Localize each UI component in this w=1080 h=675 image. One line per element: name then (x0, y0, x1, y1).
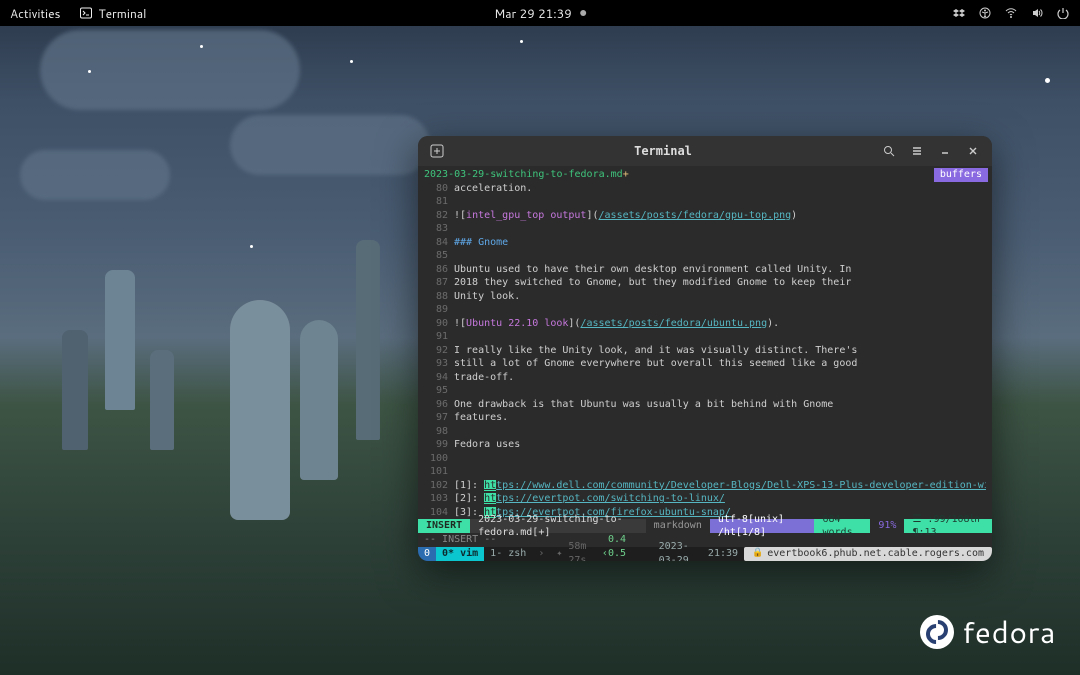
clock-label: Mar 29 21:39 (494, 5, 572, 22)
code-line: 91 (418, 330, 992, 344)
code-line: 102[1]: https://www.dell.com/community/D… (418, 479, 992, 493)
volume-icon[interactable] (1030, 6, 1044, 20)
code-line: 94trade-off. (418, 371, 992, 385)
gnome-top-bar: Activities Terminal Mar 29 21:39 (0, 0, 1080, 26)
code-line: 93still a lot of Gnome everywhere but ov… (418, 357, 992, 371)
lock-icon: 🔒 (752, 547, 763, 559)
code-line: 80acceleration. (418, 182, 992, 196)
tmux-time: 21:39 (702, 547, 744, 561)
code-line: 84### Gnome (418, 236, 992, 250)
tmux-window-other: 1- zsh (484, 547, 532, 561)
code-line: 100 (418, 452, 992, 466)
tmux-date: 2023-03-29 (653, 547, 702, 561)
tmux-load: ‹ 0.4 0.5 0.5 (596, 547, 653, 561)
status-position: ☰ :99/108㏑ ¶:13 (904, 519, 992, 533)
terminal-icon (79, 6, 93, 20)
tmux-window-active: 0* vim (436, 547, 484, 561)
search-button[interactable] (876, 140, 902, 162)
code-line: 872018 they switched to Gnome, but they … (418, 276, 992, 290)
app-menu-label: Terminal (99, 5, 147, 22)
fedora-logo-text: fedora (962, 610, 1056, 653)
code-line: 89 (418, 303, 992, 317)
code-line: 90![Ubuntu 22.10 look](/assets/posts/fed… (418, 317, 992, 331)
status-percent: 91% (870, 519, 904, 533)
code-line: 86Ubuntu used to have their own desktop … (418, 263, 992, 277)
vim-filename-line: 2023-03-29-switching-to-fedora.md+ (418, 168, 992, 182)
fedora-logo-icon (920, 615, 954, 649)
tmux-uptime: ✦ 58m 27s (550, 547, 596, 561)
menu-button[interactable] (904, 140, 930, 162)
app-menu-button[interactable]: Terminal (79, 5, 147, 22)
code-line: 82![intel_gpu_top output](/assets/posts/… (418, 209, 992, 223)
code-line: 98 (418, 425, 992, 439)
accessibility-icon[interactable] (978, 6, 992, 20)
dropbox-icon[interactable] (952, 6, 966, 20)
status-wordcount: 684 words (814, 519, 870, 533)
terminal-window: Terminal 2023-03-29-switching-to-fedora.… (418, 136, 992, 561)
code-line: 95 (418, 384, 992, 398)
code-line: 96One drawback is that Ubuntu was usuall… (418, 398, 992, 412)
vim-statusline: INSERT 2023-03-29-switching-to-fedora.md… (418, 519, 992, 533)
terminal-titlebar[interactable]: Terminal (418, 136, 992, 166)
wifi-icon[interactable] (1004, 6, 1018, 20)
code-line: 85 (418, 249, 992, 263)
fedora-watermark: fedora (920, 610, 1056, 653)
tmux-hostname: 🔒evertbook6.phub.net.cable.rogers.com (744, 547, 992, 561)
code-line: 103[2]: https://evertpot.com/switching-t… (418, 492, 992, 506)
code-line: 101 (418, 465, 992, 479)
activities-button[interactable]: Activities (10, 5, 61, 22)
tmux-statusline: 0 0* vim 1- zsh › ✦ 58m 27s ‹ 0.4 0.5 0.… (418, 547, 992, 561)
buffers-badge: buffers (934, 168, 988, 182)
status-filename: 2023-03-29-switching-to-fedora.md[+] (470, 519, 646, 533)
mode-indicator: INSERT (418, 519, 470, 533)
minimize-button[interactable] (932, 140, 958, 162)
terminal-title: Terminal (450, 144, 876, 158)
power-icon[interactable] (1056, 6, 1070, 20)
code-line: 88Unity look. (418, 290, 992, 304)
code-line: 99Fedora uses (418, 438, 992, 452)
close-button[interactable] (960, 140, 986, 162)
terminal-content[interactable]: 2023-03-29-switching-to-fedora.md+ buffe… (418, 166, 992, 561)
status-encoding: utf-8[unix] /ht[1/8] (710, 519, 815, 533)
notification-dot-icon (580, 10, 586, 16)
clock-button[interactable]: Mar 29 21:39 (494, 5, 586, 22)
tmux-arrow-icon: › (532, 547, 550, 561)
code-line: 97features. (418, 411, 992, 425)
code-line: 83 (418, 222, 992, 236)
code-line: 92I really like the Unity look, and it w… (418, 344, 992, 358)
code-line: 81 (418, 195, 992, 209)
status-filetype: markdown (646, 519, 710, 533)
tmux-session: 0 (418, 547, 436, 561)
new-tab-button[interactable] (424, 140, 450, 162)
